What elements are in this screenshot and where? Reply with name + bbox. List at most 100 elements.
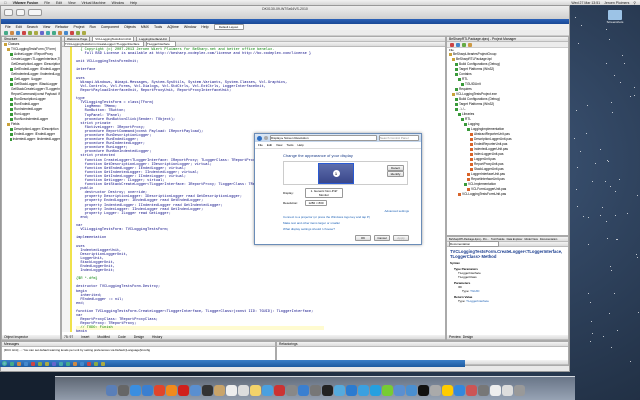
taskbar-app-icon[interactable] <box>87 362 91 366</box>
dock-app-icon[interactable] <box>454 385 465 396</box>
dock-app-icon[interactable] <box>478 385 489 396</box>
ide-menu-search[interactable]: Search <box>27 25 38 29</box>
doc-param-type-link[interactable]: TGUID <box>470 289 479 293</box>
dock-app-icon[interactable] <box>106 385 117 396</box>
toolbar-button-icon[interactable] <box>10 31 14 35</box>
dock-app-icon[interactable] <box>334 385 345 396</box>
tree-item[interactable]: IndentedLogger: IIndentedLogger <box>2 137 60 142</box>
ide-menu-project[interactable]: Project <box>74 25 85 29</box>
dock-app-icon[interactable] <box>250 385 261 396</box>
menu-file[interactable]: File <box>44 1 50 5</box>
dock-app-icon[interactable] <box>214 385 225 396</box>
windows-start-icon[interactable] <box>2 361 7 366</box>
dock-app-icon[interactable] <box>130 385 141 396</box>
dock-app-icon[interactable] <box>514 385 525 396</box>
doc-tab[interactable]: Documentation <box>540 238 557 241</box>
dock-app-icon[interactable] <box>322 385 333 396</box>
ide-menu-component[interactable]: Component <box>101 25 119 29</box>
taskbar-app-icon[interactable] <box>45 362 49 366</box>
menu-view[interactable]: View <box>68 1 76 5</box>
toolbar-button-icon[interactable] <box>82 31 86 35</box>
ide-menu-aqtime[interactable]: AQtime <box>167 25 179 29</box>
ide-menu-objects[interactable]: Objects <box>124 25 136 29</box>
text-size-link[interactable]: Make text and other items larger or smal… <box>283 221 421 225</box>
dock-app-icon[interactable] <box>178 385 189 396</box>
dialog-breadcrumb[interactable]: Display ▸ Screen Resolution <box>270 135 377 141</box>
dock-app-icon[interactable] <box>394 385 405 396</box>
dock-app-icon[interactable] <box>358 385 369 396</box>
doc-return-type-link[interactable]: TLoggerInterface <box>466 299 489 303</box>
taskbar-app-icon[interactable] <box>31 362 35 366</box>
dock-app-icon[interactable] <box>274 385 285 396</box>
menu-virtual-machine[interactable]: Virtual Machine <box>82 1 106 5</box>
tab-code[interactable]: Code <box>118 335 126 339</box>
taskbar-app-icon[interactable] <box>59 362 63 366</box>
advanced-settings-link[interactable]: Advanced settings <box>255 209 409 213</box>
dock-app-icon[interactable] <box>226 385 237 396</box>
dock-app-icon[interactable] <box>490 385 501 396</box>
tab-preview[interactable]: Preview <box>449 335 461 339</box>
dock-app-icon[interactable] <box>202 385 213 396</box>
ide-menu-window[interactable]: Window <box>184 25 196 29</box>
toolbar-button-icon[interactable] <box>28 31 32 35</box>
dock-app-icon[interactable] <box>370 385 381 396</box>
dialog-menu-item[interactable]: File <box>258 143 263 147</box>
dock-app-icon[interactable] <box>262 385 273 396</box>
toolbar-button-icon[interactable] <box>70 31 74 35</box>
taskbar-app-icon[interactable] <box>52 362 56 366</box>
ide-menu-file[interactable]: File <box>5 25 11 29</box>
taskbar-app-icon[interactable] <box>10 362 14 366</box>
identify-button[interactable]: Identify <box>387 171 404 177</box>
toolbar-button-icon[interactable] <box>64 31 68 35</box>
dock-app-icon[interactable] <box>286 385 297 396</box>
dock-app-icon[interactable] <box>418 385 429 396</box>
dock-app-icon[interactable] <box>430 385 441 396</box>
ide-menu-edit[interactable]: Edit <box>16 25 22 29</box>
desktop-folder[interactable]: Screenshots <box>600 10 630 24</box>
menu-edit[interactable]: Edit <box>56 1 62 5</box>
ok-button[interactable]: OK <box>355 235 371 241</box>
monitor-1[interactable]: 1 <box>318 163 354 184</box>
documentation-combo[interactable]: Documentation <box>449 241 499 247</box>
doc-tab[interactable]: Model View <box>524 238 537 241</box>
apple-icon[interactable]:  <box>4 1 7 5</box>
toolbar-button-icon[interactable] <box>76 31 80 35</box>
display-help-link[interactable]: What display settings should I choose? <box>283 227 421 231</box>
back-icon[interactable] <box>257 136 262 141</box>
dialog-menu-item[interactable]: Edit <box>267 143 272 147</box>
dock-app-icon[interactable] <box>466 385 477 396</box>
app-name[interactable]: VMware Fusion <box>13 1 39 5</box>
ide-menu-tools[interactable]: Tools <box>154 25 162 29</box>
dock-app-icon[interactable] <box>190 385 201 396</box>
message-line[interactable]: [DCC Hint] ...: You can set default warn… <box>2 347 275 353</box>
toolbar-button-icon[interactable] <box>46 31 50 35</box>
toolbar-button-icon[interactable] <box>58 31 62 35</box>
dock-app-icon[interactable] <box>298 385 309 396</box>
dialog-menu-item[interactable]: View <box>276 143 282 147</box>
ide-menu-mmx[interactable]: MMX <box>141 25 149 29</box>
taskbar-app-icon[interactable] <box>73 362 77 366</box>
tab-design[interactable]: Design <box>463 335 473 339</box>
toolbar-button-icon[interactable] <box>4 31 8 35</box>
dialog-menu-item[interactable]: Help <box>297 143 303 147</box>
dock-app-icon[interactable] <box>346 385 357 396</box>
dock-app-icon[interactable] <box>406 385 417 396</box>
display-select[interactable]: 1. Generic Non-PnP Monitor <box>305 188 343 198</box>
ide-menu-view[interactable]: View <box>43 25 51 29</box>
dock-app-icon[interactable] <box>442 385 453 396</box>
taskbar-app-icon[interactable] <box>80 362 84 366</box>
apply-button[interactable]: Apply <box>393 235 409 241</box>
desktop-layout-combo[interactable]: Default Layout <box>214 24 244 30</box>
doc-tab[interactable]: Data Explorer <box>507 238 523 241</box>
forward-icon[interactable] <box>264 136 268 140</box>
toolbar-button-icon[interactable] <box>40 31 44 35</box>
cancel-button[interactable]: Cancel <box>374 235 390 241</box>
clock[interactable]: Wed 27 Mar 13:51 <box>571 1 600 5</box>
dock-app-icon[interactable] <box>166 385 177 396</box>
dock-app-icon[interactable] <box>238 385 249 396</box>
tree-item[interactable]: VCLLoggingTestsFormUnit.pas <box>447 192 568 197</box>
toolbar-button-icon[interactable] <box>34 31 38 35</box>
resolution-select[interactable]: 1280 × 800 <box>305 200 327 206</box>
ide-menu-refactor[interactable]: Refactor <box>55 25 68 29</box>
taskbar-app-icon[interactable] <box>38 362 42 366</box>
